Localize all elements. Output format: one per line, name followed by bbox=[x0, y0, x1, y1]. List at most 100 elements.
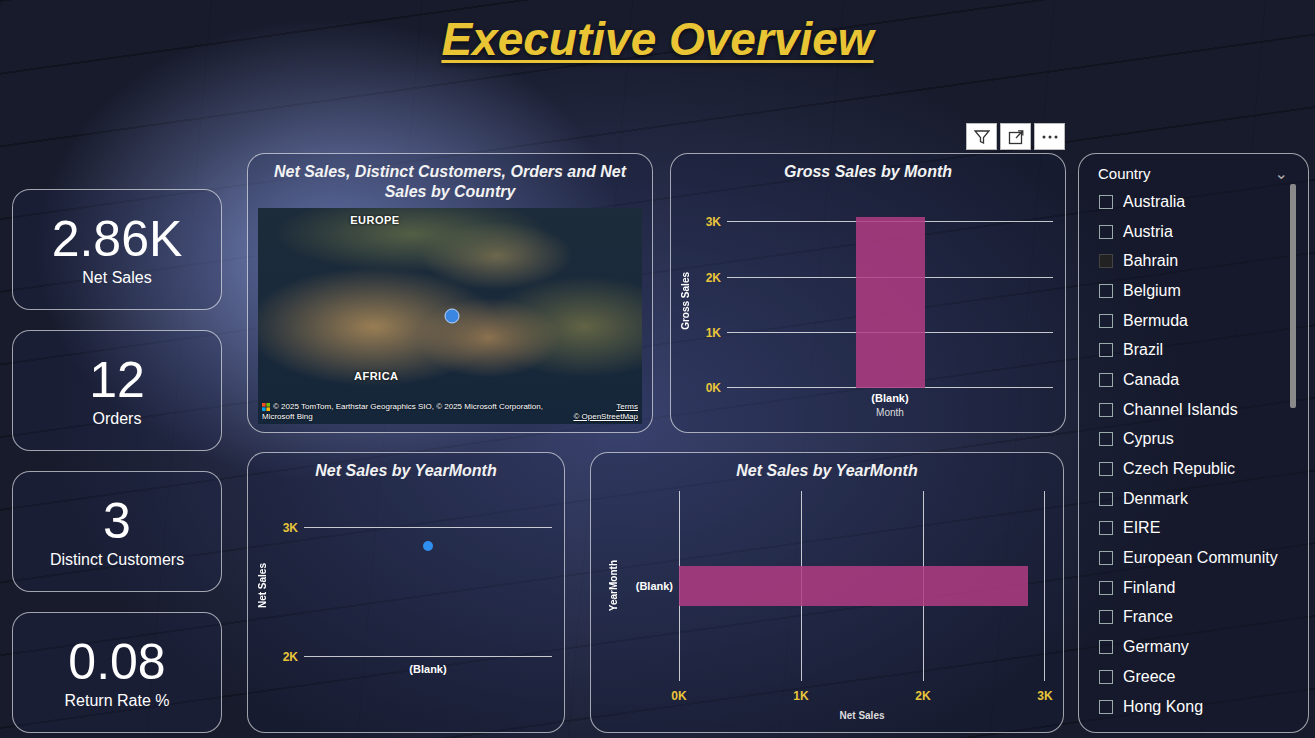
slicer-item[interactable]: Australia bbox=[1099, 187, 1286, 217]
checkbox[interactable] bbox=[1099, 492, 1113, 506]
map-title: Net Sales, Distinct Customers, Orders an… bbox=[248, 154, 652, 202]
y-tick: 0K bbox=[706, 381, 721, 395]
x-axis: (Blank) bbox=[304, 657, 552, 675]
checkbox[interactable] bbox=[1099, 551, 1113, 565]
checkbox[interactable] bbox=[1099, 432, 1113, 446]
checkbox[interactable] bbox=[1099, 640, 1113, 654]
slicer-item-label: Channel Islands bbox=[1123, 401, 1238, 419]
y-tick: 2K bbox=[706, 271, 721, 285]
chart: Net Sales3K2K (Blank) bbox=[248, 481, 564, 732]
map-pin[interactable] bbox=[444, 309, 459, 324]
checkbox[interactable] bbox=[1099, 225, 1113, 239]
checkbox[interactable] bbox=[1099, 610, 1113, 624]
slicer-item[interactable]: Belgium bbox=[1099, 276, 1286, 306]
checkbox[interactable] bbox=[1099, 462, 1113, 476]
kpi-value: 12 bbox=[89, 353, 145, 408]
chevron-icon[interactable]: ⌄ bbox=[1275, 169, 1288, 179]
chart-body: YearMonth(Blank) bbox=[605, 491, 1045, 681]
map[interactable]: EUROPE AFRICA © 2025 TomTom, Earthstar Geo… bbox=[258, 208, 642, 424]
checkbox[interactable] bbox=[1099, 581, 1113, 595]
kpi-column: 2.86KNet Sales12Orders3Distinct Customer… bbox=[12, 189, 222, 738]
bar[interactable] bbox=[856, 217, 925, 388]
x-category: (Blank) bbox=[409, 663, 446, 675]
slicer-title: Country bbox=[1098, 165, 1151, 182]
slicer-item[interactable]: Finland bbox=[1099, 573, 1286, 603]
data-point[interactable] bbox=[423, 541, 433, 551]
scrollbar[interactable] bbox=[1290, 184, 1296, 704]
slicer-item[interactable]: EIRE bbox=[1099, 514, 1286, 544]
checkbox[interactable] bbox=[1099, 403, 1113, 417]
slicer-list: Australia Austria Bahrain Belgium Bermuda Bra… bbox=[1079, 182, 1308, 732]
slicer-item[interactable]: Bahrain bbox=[1099, 246, 1286, 276]
slicer-item[interactable]: Brazil bbox=[1099, 335, 1286, 365]
scatter-panel: Net Sales by YearMonth Net Sales3K2K (Blan… bbox=[247, 452, 565, 733]
slicer-item[interactable]: European Community bbox=[1099, 543, 1286, 573]
top-row: Net Sales, Distinct Customers, Orders an… bbox=[247, 153, 1066, 433]
slicer-item[interactable]: Czech Republic bbox=[1099, 454, 1286, 484]
x-axis: 0K1K2K3K bbox=[679, 689, 1045, 707]
slicer-header: Country ⌄ bbox=[1079, 154, 1308, 182]
slicer-item[interactable]: Austria bbox=[1099, 217, 1286, 247]
filter-button[interactable] bbox=[966, 123, 997, 150]
kpi-label: Return Rate % bbox=[65, 692, 170, 710]
checkbox[interactable] bbox=[1099, 254, 1113, 268]
slicer-item[interactable]: Canada bbox=[1099, 365, 1286, 395]
checkbox[interactable] bbox=[1099, 195, 1113, 209]
visuals-area: Net Sales, Distinct Customers, Orders an… bbox=[247, 123, 1066, 738]
plot-area bbox=[679, 491, 1045, 681]
slicer-item-label: Canada bbox=[1123, 371, 1179, 389]
x-tick: 0K bbox=[671, 689, 686, 703]
chart-body: Gross Sales3K2K1K0K bbox=[677, 214, 1053, 388]
x-axis-title: Month bbox=[727, 404, 1053, 418]
slicer-item-label: Czech Republic bbox=[1123, 460, 1235, 478]
checkbox[interactable] bbox=[1099, 343, 1113, 357]
map-region-label: AFRICA bbox=[354, 370, 399, 382]
slicer-item[interactable]: Hong Kong bbox=[1099, 692, 1286, 722]
chart: YearMonth(Blank)0K1K2K3KNet Sales bbox=[591, 481, 1063, 732]
visual-header bbox=[247, 123, 1066, 153]
y-axis-title-wrap: YearMonth bbox=[605, 491, 621, 681]
slicer-item[interactable]: Bermuda bbox=[1099, 306, 1286, 336]
terms-link[interactable]: Terms bbox=[616, 402, 638, 412]
plot-area bbox=[727, 214, 1053, 388]
y-axis: 3K2K bbox=[270, 515, 304, 657]
scrollbar-thumb[interactable] bbox=[1290, 184, 1296, 408]
checkbox[interactable] bbox=[1099, 700, 1113, 714]
slicer-item-label: Bermuda bbox=[1123, 312, 1188, 330]
filter-icon bbox=[973, 128, 991, 146]
checkbox[interactable] bbox=[1099, 314, 1113, 328]
gross-sales-panel: Gross Sales by MonthGross Sales3K2K1K0K(… bbox=[670, 153, 1066, 433]
slicer-item-label: Austria bbox=[1123, 223, 1173, 241]
chart-title: Net Sales by YearMonth bbox=[248, 453, 564, 481]
osm-link[interactable]: © OpenStreetMap bbox=[573, 412, 638, 422]
kpi-value: 2.86K bbox=[52, 212, 183, 267]
checkbox[interactable] bbox=[1099, 284, 1113, 298]
slicer-item[interactable]: Cyprus bbox=[1099, 425, 1286, 455]
attribution-text-wrap: © 2025 TomTom, Earthstar Geographics SIO… bbox=[262, 402, 543, 412]
slicer-item-label: France bbox=[1123, 608, 1173, 626]
y-axis: (Blank) bbox=[621, 491, 679, 681]
slicer-item[interactable]: France bbox=[1099, 603, 1286, 633]
slicer-item-label: Belgium bbox=[1123, 282, 1181, 300]
country-slicer: Country ⌄ Australia Austria Bahrain Belgium Be… bbox=[1078, 153, 1309, 733]
chart-body: Net Sales3K2K bbox=[254, 515, 552, 657]
map-panel: Net Sales, Distinct Customers, Orders an… bbox=[247, 153, 653, 433]
checkbox[interactable] bbox=[1099, 521, 1113, 535]
checkbox[interactable] bbox=[1099, 670, 1113, 684]
checkbox[interactable] bbox=[1099, 373, 1113, 387]
map-region-label: EUROPE bbox=[350, 214, 399, 226]
gridline bbox=[1044, 491, 1045, 681]
slicer-item[interactable]: Germany bbox=[1099, 632, 1286, 662]
slicer-item[interactable]: Greece bbox=[1099, 662, 1286, 692]
y-axis-title-wrap: Net Sales bbox=[254, 515, 270, 657]
slicer-item[interactable]: Channel Islands bbox=[1099, 395, 1286, 425]
bar[interactable] bbox=[679, 566, 1028, 606]
slicer-item[interactable]: Denmark bbox=[1099, 484, 1286, 514]
y-tick: 2K bbox=[283, 650, 298, 664]
slicer-item-label: Denmark bbox=[1123, 490, 1188, 508]
more-options-button[interactable] bbox=[1034, 123, 1065, 150]
gridline bbox=[304, 656, 552, 657]
focus-mode-button[interactable] bbox=[1000, 123, 1031, 150]
kpi-label: Net Sales bbox=[82, 269, 151, 287]
attribution-row: Microsoft Bing© OpenStreetMap bbox=[262, 412, 638, 422]
